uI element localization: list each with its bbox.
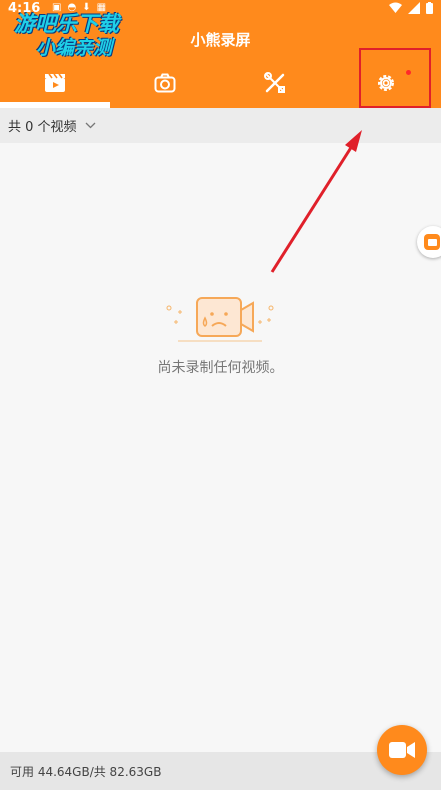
video-count-label: 共 0 个视频 [8, 120, 77, 135]
wifi-icon [389, 2, 402, 13]
storage-footer: 可用 44.64GB/共 82.63GB [0, 752, 441, 790]
battery-icon [426, 2, 433, 14]
record-button[interactable] [377, 725, 427, 775]
empty-state-message: 尚未录制任何视频。 [157, 360, 284, 376]
status-right-icons [389, 2, 433, 14]
app-header: 4:16 ▣ ◓ ⬇ ▦ 游吧乐下载 小编亲测 小熊录屏 [0, 0, 441, 108]
tab-tools[interactable] [220, 58, 330, 108]
app-title: 小熊录屏 [190, 31, 251, 49]
tab-screenshots[interactable] [110, 58, 220, 108]
video-camera-icon [389, 742, 415, 758]
tools-icon [264, 72, 285, 93]
chevron-down-icon [85, 122, 96, 129]
tab-videos[interactable] [0, 58, 110, 108]
floating-ball-handle[interactable] [417, 226, 441, 258]
signal-icon [408, 2, 420, 14]
video-count-filter[interactable]: 共 0 个视频 [0, 108, 441, 143]
video-clapper-icon [45, 73, 65, 92]
annotation-highlight-box [359, 48, 431, 108]
floating-ball-icon [424, 234, 440, 250]
sad-camera-icon [166, 297, 274, 342]
storage-info: 可用 44.64GB/共 82.63GB [10, 764, 162, 779]
camera-icon [154, 73, 176, 93]
